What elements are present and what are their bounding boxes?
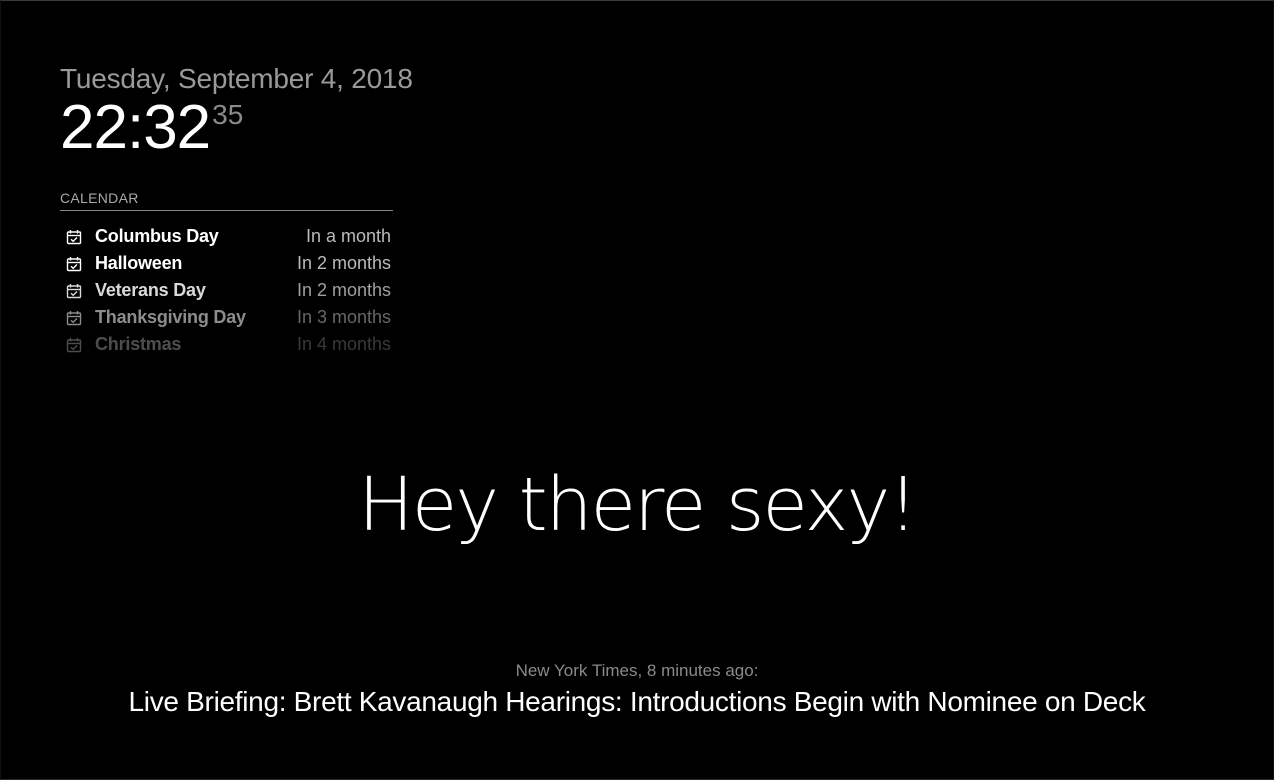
calendar-event-title: Veterans Day — [95, 280, 206, 300]
clock-time: 22:32 35 — [60, 96, 413, 160]
calendar-event-title: Christmas — [95, 334, 182, 354]
news-source: New York Times, 8 minutes ago: — [515, 661, 759, 680]
calendar-event-row: Columbus Day In a month — [60, 223, 393, 250]
calendar-event-time: In 3 months — [296, 307, 391, 327]
calendar-event-row: Halloween In 2 months — [60, 250, 393, 277]
calendar-check-icon — [66, 337, 82, 352]
calendar-event-title: Thanksgiving Day — [95, 307, 246, 327]
calendar-event-time: In 2 months — [296, 280, 391, 300]
calendar-event-time: In a month — [305, 226, 391, 246]
calendar-event-list: Columbus Day In a month Halloween In 2 m… — [60, 223, 393, 358]
clock-module: Tuesday, September 4, 2018 22:32 35 — [60, 60, 413, 160]
clock-hours-minutes: 22:32 — [60, 93, 211, 162]
calendar-event-row: Thanksgiving Day In 3 months — [60, 304, 393, 331]
calendar-check-icon — [66, 256, 82, 271]
clock-seconds: 35 — [212, 99, 244, 130]
calendar-module: CALENDAR Columbus Day In a month Hallowe… — [60, 190, 393, 358]
calendar-event-row: Christmas In 4 months — [60, 331, 393, 358]
calendar-check-icon — [66, 283, 82, 298]
calendar-event-row: Veterans Day In 2 months — [60, 277, 393, 304]
news-headline: Live Briefing: Brett Kavanaugh Hearings:… — [128, 686, 1146, 717]
calendar-event-title: Halloween — [95, 253, 183, 273]
calendar-event-time: In 2 months — [296, 253, 391, 273]
compliment-text: Hey there sexy! — [358, 462, 918, 548]
calendar-check-icon — [66, 229, 82, 244]
calendar-header: CALENDAR — [60, 190, 393, 211]
calendar-check-icon — [66, 310, 82, 325]
calendar-event-time: In 4 months — [296, 334, 391, 354]
news-feed-module: New York Times, 8 minutes ago: Live Brie… — [0, 660, 1274, 722]
calendar-event-title: Columbus Day — [95, 226, 219, 246]
